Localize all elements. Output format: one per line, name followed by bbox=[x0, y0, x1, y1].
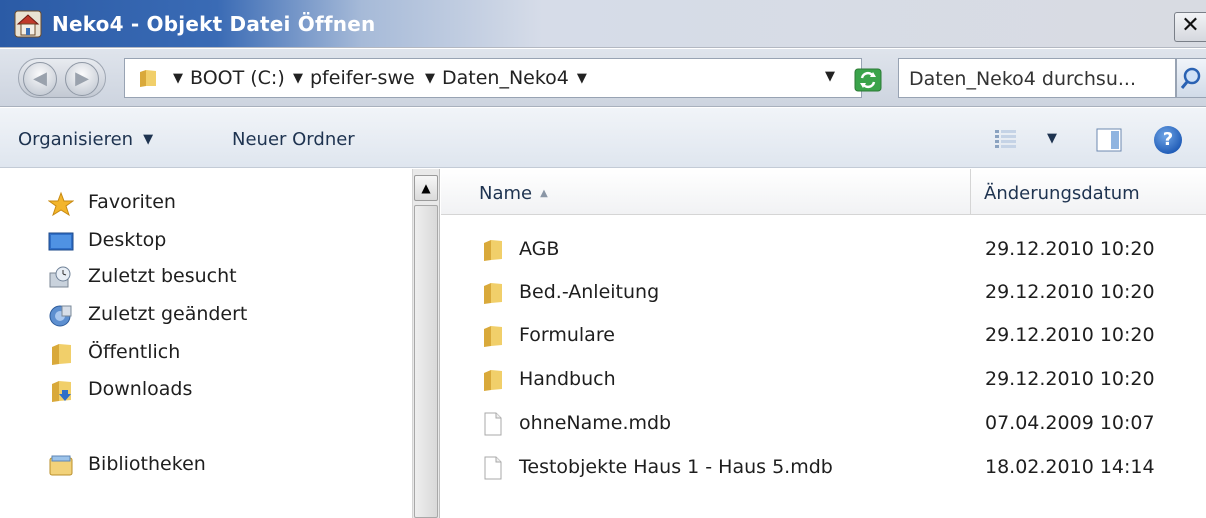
file-date: 29.12.2010 10:20 bbox=[985, 368, 1155, 390]
folder-icon bbox=[484, 370, 502, 391]
file-date: 18.02.2010 14:14 bbox=[985, 456, 1155, 478]
file-date: 29.12.2010 10:20 bbox=[985, 238, 1155, 260]
file-row[interactable]: ohneName.mdb 07.04.2009 10:07 bbox=[441, 403, 1206, 445]
star-icon bbox=[48, 191, 74, 217]
forward-arrow-icon: ▶ bbox=[75, 68, 89, 89]
file-date: 29.12.2010 10:20 bbox=[985, 281, 1155, 303]
file-date: 07.04.2009 10:07 bbox=[985, 412, 1155, 434]
desktop-icon bbox=[48, 232, 74, 251]
file-name: ohneName.mdb bbox=[519, 412, 672, 434]
chevron-down-icon: ▼ bbox=[576, 71, 587, 86]
breadcrumb-drive[interactable]: ▼ BOOT (C:) bbox=[173, 67, 285, 89]
chevron-down-icon: ▼ bbox=[425, 71, 435, 86]
scroll-up-button[interactable]: ▲ bbox=[414, 175, 438, 201]
chevron-down-icon: ▼ bbox=[143, 132, 154, 147]
file-row[interactable]: Testobjekte Haus 1 - Haus 5.mdb 18.02.20… bbox=[441, 447, 1206, 489]
scroll-thumb[interactable] bbox=[414, 205, 438, 518]
breadcrumb-folder[interactable]: ▼ Daten_Neko4 ▼ bbox=[425, 67, 587, 89]
document-icon bbox=[484, 456, 502, 480]
recently-changed-icon bbox=[49, 305, 72, 327]
folder-icon bbox=[140, 70, 156, 87]
document-icon bbox=[484, 412, 502, 436]
window-title: Neko4 - Objekt Datei Öffnen bbox=[52, 12, 376, 36]
file-name: Testobjekte Haus 1 - Haus 5.mdb bbox=[519, 456, 833, 478]
file-date: 29.12.2010 10:20 bbox=[985, 324, 1155, 346]
title-bar: Neko4 - Objekt Datei Öffnen ✕ bbox=[0, 0, 1206, 48]
file-name: AGB bbox=[519, 238, 560, 260]
address-bar[interactable]: ▼ BOOT (C:) ▼ pfeifer-swe ▼ Daten_Neko4 ▼ ▼ bbox=[124, 58, 882, 98]
organize-button[interactable]: Organisieren ▼ bbox=[18, 129, 153, 150]
folder-icon bbox=[484, 326, 502, 347]
close-button[interactable]: ✕ bbox=[1174, 12, 1206, 42]
file-row[interactable]: Formulare 29.12.2010 10:20 bbox=[441, 315, 1206, 357]
refresh-icon[interactable] bbox=[853, 66, 883, 94]
file-row[interactable]: AGB 29.12.2010 10:20 bbox=[441, 229, 1206, 271]
new-folder-button[interactable]: Neuer Ordner bbox=[232, 129, 355, 150]
help-icon[interactable]: ? bbox=[1154, 126, 1182, 154]
navigation-pane: Favoriten Desktop Zuletzt besucht Zuletz… bbox=[0, 169, 412, 518]
file-row[interactable]: Bed.-Anleitung 29.12.2010 10:20 bbox=[441, 272, 1206, 314]
command-toolbar: Organisieren ▼ Neuer Ordner ▼ ? bbox=[0, 108, 1206, 168]
search-icon bbox=[1180, 67, 1201, 89]
chevron-down-icon: ▼ bbox=[173, 71, 183, 86]
search-placeholder: Daten_Neko4 durchsu... bbox=[909, 68, 1136, 90]
file-name: Handbuch bbox=[519, 368, 616, 390]
downloads-folder-icon bbox=[52, 381, 71, 402]
file-row[interactable]: Handbuch 29.12.2010 10:20 bbox=[441, 359, 1206, 401]
preview-pane-icon[interactable] bbox=[1096, 128, 1122, 152]
back-arrow-icon: ◀ bbox=[33, 68, 47, 89]
folder-icon bbox=[484, 283, 502, 304]
address-history-dropdown[interactable]: ▼ bbox=[825, 69, 835, 84]
folder-icon bbox=[484, 240, 502, 261]
app-house-icon bbox=[14, 10, 42, 38]
folder-icon bbox=[52, 344, 71, 365]
column-header: Name ▲ Änderungsdatum bbox=[441, 169, 1206, 215]
navigation-buttons: ◀ ▶ bbox=[18, 58, 106, 98]
column-header-name[interactable]: Name ▲ bbox=[441, 169, 971, 215]
recent-places-icon bbox=[49, 266, 71, 288]
file-name: Bed.-Anleitung bbox=[519, 281, 660, 303]
file-name: Formulare bbox=[519, 324, 615, 346]
breadcrumb-user[interactable]: ▼ pfeifer-swe bbox=[293, 67, 415, 89]
address-row: ◀ ▶ ▼ BOOT (C:) ▼ pfeifer-swe ▼ Daten_Neko4… bbox=[0, 49, 1206, 107]
sort-ascending-icon: ▲ bbox=[540, 188, 548, 199]
view-options-dropdown[interactable]: ▼ bbox=[1047, 131, 1057, 146]
back-button[interactable]: ◀ bbox=[23, 62, 57, 96]
view-details-icon[interactable] bbox=[994, 128, 1018, 150]
libraries-icon bbox=[49, 455, 73, 476]
column-header-date[interactable]: Änderungsdatum bbox=[972, 169, 1206, 215]
chevron-down-icon: ▼ bbox=[293, 71, 303, 86]
search-input[interactable]: Daten_Neko4 durchsu... bbox=[898, 58, 1176, 98]
search-button[interactable] bbox=[1176, 58, 1206, 98]
forward-button[interactable]: ▶ bbox=[65, 62, 99, 96]
navigation-scrollbar[interactable]: ▲ bbox=[412, 169, 440, 518]
